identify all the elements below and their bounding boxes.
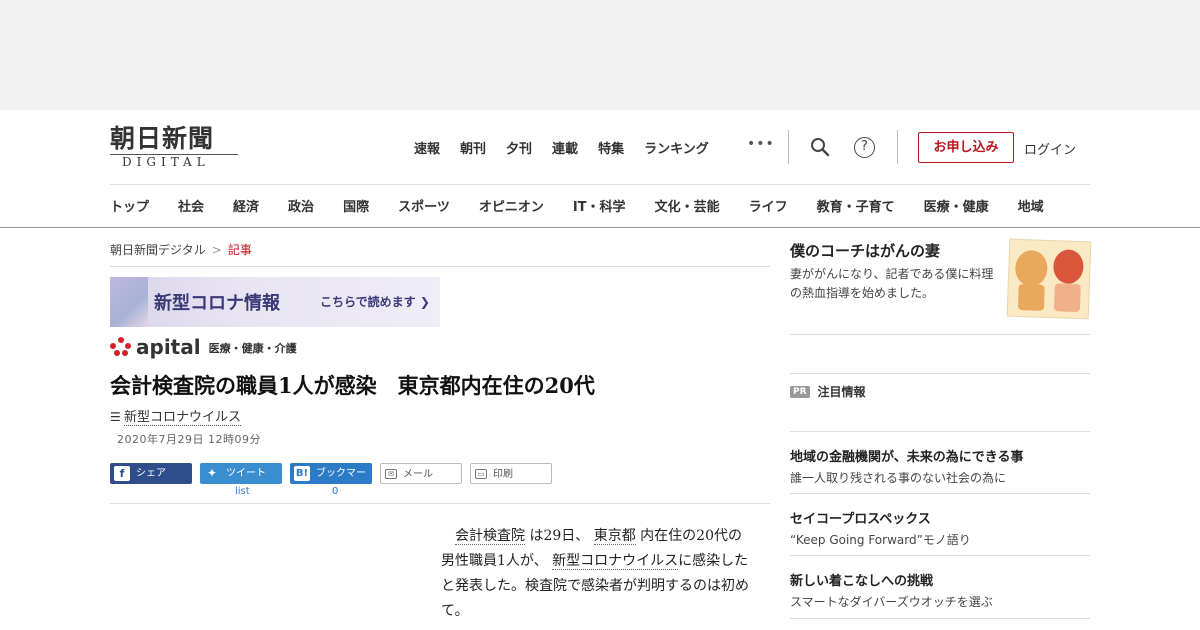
hatena-count[interactable]: 0	[332, 486, 338, 497]
twitter-count[interactable]: list	[235, 486, 250, 497]
topic-tag[interactable]: ☰ 新型コロナウイルス	[110, 406, 242, 426]
print-icon: ▭	[475, 469, 487, 479]
search-icon[interactable]	[810, 137, 830, 157]
divider	[110, 266, 770, 267]
category-it-science[interactable]: IT・科学	[573, 196, 626, 215]
category-culture[interactable]: 文化・芸能	[655, 196, 720, 215]
hatena-icon: B!	[294, 466, 310, 481]
facebook-share-button[interactable]: f シェア	[110, 463, 192, 484]
category-nav: トップ 社会 経済 政治 国際 スポーツ オピニオン IT・科学 文化・芸能 ラ…	[110, 196, 1073, 215]
header-divider	[788, 130, 789, 164]
nav-item-yukan[interactable]: 夕刊	[506, 138, 532, 157]
divider	[790, 618, 1090, 619]
article-date: 2020年7月29日 12時09分	[117, 433, 261, 446]
header-divider	[897, 130, 898, 164]
body-text: は29日、	[525, 528, 594, 544]
pr-item-title[interactable]: セイコープロスペックス	[790, 508, 1090, 527]
apital-label[interactable]: apital 医療・健康・介護	[110, 337, 297, 357]
nav-item-chokan[interactable]: 朝刊	[460, 138, 486, 157]
top-nav: 速報 朝刊 夕刊 連載 特集 ランキング	[414, 138, 729, 157]
pr-item-desc[interactable]: スマートなダイバーズウオッチを選ぶ	[790, 593, 1090, 610]
site-header: 朝日新聞 DIGITAL 速報 朝刊 夕刊 連載 特集 ランキング ••• ? …	[0, 110, 1200, 228]
nav-item-rensai[interactable]: 連載	[552, 138, 578, 157]
category-top[interactable]: トップ	[110, 196, 149, 215]
banner-title: 新型コロナ情報	[154, 293, 280, 314]
mail-label: メール	[403, 469, 433, 480]
login-link[interactable]: ログイン	[1024, 139, 1076, 158]
breadcrumb: 朝日新聞デジタル > 記事	[110, 241, 252, 258]
pr-item-desc[interactable]: “Keep Going Forward”モノ語り	[790, 531, 1090, 548]
print-label: 印刷	[493, 469, 513, 480]
feature-description: 妻ががんになり、記者である僕に料理の熱血指導を始めました。	[790, 267, 994, 300]
breadcrumb-separator: >	[211, 243, 222, 257]
feature-illustration[interactable]	[1006, 238, 1092, 320]
mail-share-button[interactable]: ✉ メール	[380, 463, 462, 484]
apital-subtitle: 医療・健康・介護	[208, 342, 297, 355]
twitter-share-label: ツイート	[226, 468, 266, 479]
facebook-icon: f	[114, 466, 130, 481]
mail-icon: ✉	[385, 469, 397, 479]
print-button[interactable]: ▭ 印刷	[470, 463, 552, 484]
link-covid[interactable]: 新型コロナウイルス	[552, 553, 679, 570]
category-politics[interactable]: 政治	[288, 196, 314, 215]
breadcrumb-current: 記事	[227, 243, 252, 257]
pr-label: 注目情報	[817, 385, 866, 399]
divider	[790, 431, 1090, 432]
pr-badge: PR	[790, 385, 810, 398]
twitter-share-button[interactable]: ✦ ツイート	[200, 463, 282, 484]
subscribe-button[interactable]: お申し込み	[918, 132, 1014, 163]
asahi-digital-logo[interactable]: 朝日新聞 DIGITAL	[110, 124, 242, 170]
apital-logo-icon	[110, 337, 132, 357]
category-health[interactable]: 医療・健康	[924, 196, 989, 215]
category-region[interactable]: 地域	[1018, 196, 1044, 215]
banner-cta: こちらで読めます ❯	[320, 295, 430, 309]
category-society[interactable]: 社会	[178, 196, 204, 215]
logo-japanese: 朝日新聞	[110, 124, 215, 153]
category-opinion[interactable]: オピニオン	[479, 196, 544, 215]
apital-brand: apital	[136, 335, 201, 359]
pr-item-title[interactable]: 地域の金融機関が、未来の為にできる事	[790, 446, 1090, 465]
corona-info-banner[interactable]: 新型コロナ情報 こちらで読めます ❯	[110, 277, 440, 327]
nav-item-ranking[interactable]: ランキング	[644, 138, 709, 157]
topic-label: 新型コロナウイルス	[124, 410, 242, 426]
pr-item-desc[interactable]: 誰一人取り残される事のない社会の為に	[790, 469, 1090, 486]
pr-section-header: PR 注目情報	[790, 383, 866, 400]
article-headline: 会計検査院の職員1人が感染 東京都内在住の20代	[110, 373, 595, 398]
category-sports[interactable]: スポーツ	[398, 196, 450, 215]
divider	[110, 503, 770, 504]
link-kaikei-kensain[interactable]: 会計検査院	[455, 528, 525, 545]
divider	[790, 334, 1090, 335]
twitter-bird-icon: ✦	[206, 466, 218, 480]
help-icon[interactable]: ?	[854, 137, 875, 158]
hatena-bookmark-button[interactable]: B! ブックマーク	[290, 463, 372, 500]
category-international[interactable]: 国際	[343, 196, 369, 215]
category-education[interactable]: 教育・子育て	[817, 196, 895, 215]
category-life[interactable]: ライフ	[749, 196, 788, 215]
divider	[790, 373, 1090, 374]
nav-item-tokushu[interactable]: 特集	[598, 138, 624, 157]
article-body: 会計検査院 は29日、 東京都 内在住の20代の男性職員1人が、 新型コロナウイ…	[441, 524, 751, 624]
more-menu-icon[interactable]: •••	[747, 136, 775, 152]
category-economy[interactable]: 経済	[233, 196, 259, 215]
list-icon: ☰	[110, 410, 121, 424]
banner-decoration	[110, 277, 148, 327]
nav-item-sokuho[interactable]: 速報	[414, 138, 440, 157]
facebook-share-label: シェア	[136, 468, 166, 479]
divider	[790, 555, 1090, 556]
logo-english: DIGITAL	[110, 154, 238, 169]
breadcrumb-home[interactable]: 朝日新聞デジタル	[110, 243, 206, 257]
top-ad-area	[0, 0, 1200, 110]
link-tokyo[interactable]: 東京都	[593, 528, 636, 545]
pr-item-title[interactable]: 新しい着こなしへの挑戦	[790, 570, 1090, 589]
divider	[790, 493, 1090, 494]
header-divider-line	[110, 184, 1090, 185]
